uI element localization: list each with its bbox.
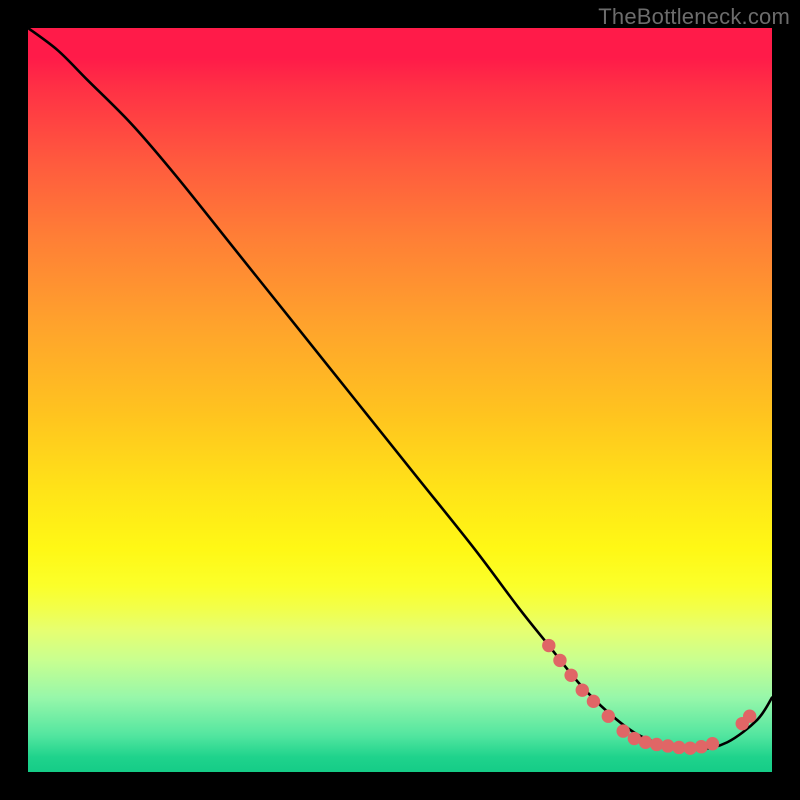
attribution-text: TheBottleneck.com [598, 4, 790, 30]
chart-frame: TheBottleneck.com [0, 0, 800, 800]
plot-background-gradient [28, 28, 772, 772]
